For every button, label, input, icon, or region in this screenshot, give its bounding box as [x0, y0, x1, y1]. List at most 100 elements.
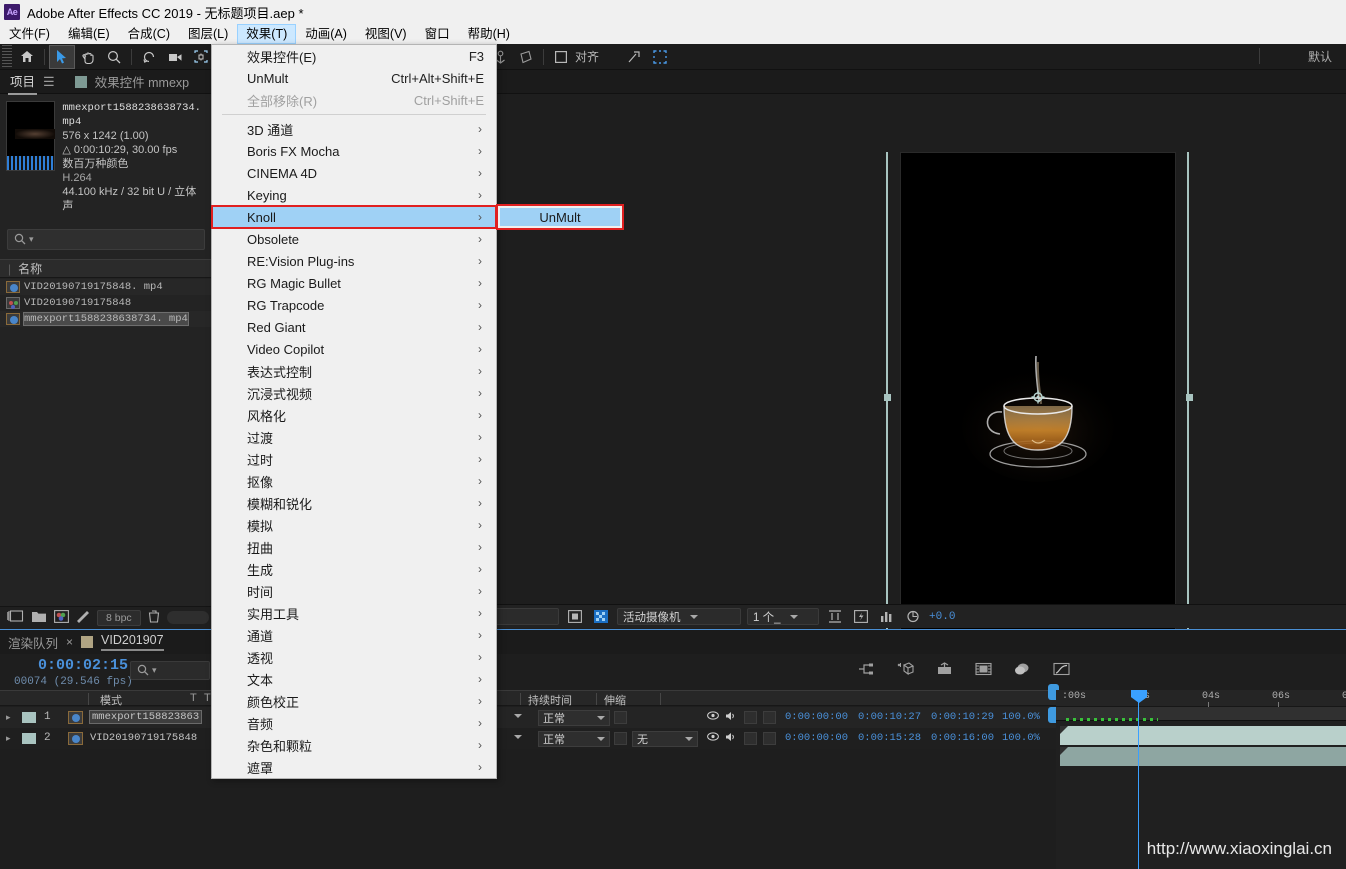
layer-in-point[interactable]: 0:00:00:00 — [785, 732, 848, 744]
layer-stretch[interactable]: 100.0% — [1002, 732, 1040, 744]
tab-effect-controls[interactable]: 效果控件 mmexp — [93, 69, 191, 94]
timeline-ruler[interactable]: :00s 02s 04s 06s 08s — [1056, 690, 1346, 707]
menu-window[interactable]: 窗口 — [416, 24, 459, 44]
menu-item-transition[interactable]: 过渡 › — [212, 426, 496, 448]
bit-depth-button[interactable]: 8 bpc — [97, 609, 141, 626]
tab-timeline-comp[interactable]: VID201907 — [101, 633, 164, 651]
list-item[interactable]: mmexport1588238638734. mp4 — [0, 311, 212, 327]
menu-item-cinema-4d[interactable]: CINEMA 4D › — [212, 162, 496, 184]
camera-tool-icon[interactable] — [162, 45, 188, 69]
enable-3d-icon[interactable] — [897, 662, 915, 679]
mask-tool-icon[interactable] — [513, 45, 539, 69]
layer-solo-toggle[interactable] — [744, 732, 757, 745]
menu-item-rg-magic-bullet[interactable]: RG Magic Bullet › — [212, 272, 496, 294]
menu-item-blur-sharpen[interactable]: 模糊和锐化 › — [212, 492, 496, 514]
camera-view-dropdown[interactable]: 活动摄像机 — [617, 608, 742, 625]
track-matte-dropdown[interactable]: 无 — [632, 731, 698, 747]
layer-audio-icon[interactable] — [725, 732, 737, 745]
layer-name[interactable]: VID20190719175848 — [90, 732, 197, 744]
layer-bar-1[interactable] — [1060, 726, 1346, 745]
blend-mode-dropdown[interactable]: 正常 — [538, 710, 610, 726]
layer-bar-2[interactable] — [1060, 747, 1346, 766]
close-icon[interactable]: × — [66, 635, 73, 649]
puppet-pin-tool-icon[interactable] — [621, 45, 647, 69]
timeline-graph-icon[interactable] — [877, 608, 897, 626]
panel-scroll-nub[interactable] — [166, 611, 209, 624]
menu-item-boris-fx-mocha[interactable]: Boris FX Mocha › — [212, 140, 496, 162]
menu-item-utility[interactable]: 实用工具 › — [212, 602, 496, 624]
menu-animation[interactable]: 动画(A) — [296, 24, 356, 44]
menu-item-obsolete-cn[interactable]: 过时 › — [212, 448, 496, 470]
layer-out-point[interactable]: 0:00:15:28 — [858, 732, 921, 744]
menu-item-stylize[interactable]: 风格化 › — [212, 404, 496, 426]
menu-view[interactable]: 视图(V) — [356, 24, 416, 44]
interpret-footage-icon[interactable] — [76, 610, 90, 626]
menu-effect[interactable]: 效果(T) — [237, 24, 297, 44]
tab-project[interactable]: 项目 — [8, 68, 38, 95]
menu-item-noise-grain[interactable]: 杂色和颗粒 › — [212, 734, 496, 756]
menu-item-color-correction[interactable]: 颜色校正 › — [212, 690, 496, 712]
selection-handle-left[interactable] — [884, 394, 891, 401]
preserve-transparency-toggle[interactable] — [614, 732, 627, 745]
menu-item-revision-plugins[interactable]: RE:Vision Plug-ins › — [212, 250, 496, 272]
layer-lock-toggle[interactable] — [763, 732, 776, 745]
expand-arrow-icon[interactable]: ▸ — [6, 733, 11, 744]
region-of-interest-toggle[interactable] — [565, 608, 585, 626]
layer-out-point[interactable]: 0:00:10:27 — [858, 711, 921, 723]
timeline-current-time[interactable]: 0:00:02:15 — [38, 657, 128, 674]
home-icon[interactable] — [14, 45, 40, 69]
menu-item-3d-channel[interactable]: 3D 通道 › — [212, 118, 496, 140]
layer-lock-toggle[interactable] — [763, 711, 776, 724]
menu-item-time[interactable]: 时间 › — [212, 580, 496, 602]
menu-edit[interactable]: 编辑(E) — [59, 24, 119, 44]
menu-item-rg-trapcode[interactable]: RG Trapcode › — [212, 294, 496, 316]
snapping-checkbox[interactable] — [548, 45, 574, 69]
project-search-input[interactable]: ▾ — [7, 229, 205, 250]
menu-item-audio[interactable]: 音频 › — [212, 712, 496, 734]
toolbar-grip[interactable] — [2, 44, 12, 69]
hand-tool-icon[interactable] — [75, 45, 101, 69]
menu-item-expression-controls[interactable]: 表达式控制 › — [212, 360, 496, 382]
zoom-tool-icon[interactable] — [101, 45, 127, 69]
timeline-search-input[interactable]: ▾ — [130, 661, 210, 680]
menu-item-generate[interactable]: 生成 › — [212, 558, 496, 580]
menu-help[interactable]: 帮助(H) — [459, 24, 519, 44]
graph-editor-icon[interactable] — [1053, 662, 1070, 679]
pixel-aspect-correction-icon[interactable] — [825, 608, 845, 626]
menu-item-mask[interactable]: 遮罩 › — [212, 756, 496, 778]
transparency-grid-toggle[interactable] — [591, 608, 611, 626]
menu-item-simulation[interactable]: 模拟 › — [212, 514, 496, 536]
layer-color-swatch[interactable] — [22, 712, 36, 723]
blend-mode-dropdown[interactable]: 正常 — [538, 731, 610, 747]
chevron-down-icon[interactable] — [514, 714, 522, 718]
layer-audio-icon[interactable] — [725, 711, 737, 724]
menu-item-red-giant[interactable]: Red Giant › — [212, 316, 496, 338]
view-layout-dropdown[interactable]: 1 个_ — [747, 608, 820, 625]
menu-item-distort[interactable]: 扭曲 › — [212, 536, 496, 558]
menu-item-channel[interactable]: 通道 › — [212, 624, 496, 646]
shy-layers-icon[interactable] — [858, 662, 875, 679]
delete-icon[interactable] — [148, 609, 160, 626]
layer-visibility-icon[interactable] — [707, 711, 719, 723]
menu-item-obsolete[interactable]: Obsolete › — [212, 228, 496, 250]
table-row[interactable]: ▸ 1 mmexport158823863 正常 0:00:00:00 0:00… — [0, 707, 1056, 728]
menu-layer[interactable]: 图层(L) — [179, 24, 237, 44]
exposure-value[interactable]: +0.0 — [929, 611, 955, 623]
menu-composition[interactable]: 合成(C) — [119, 24, 179, 44]
anchor-point-icon[interactable] — [1031, 390, 1045, 404]
new-adjustment-icon[interactable] — [54, 609, 69, 626]
menu-item-video-copilot[interactable]: Video Copilot › — [212, 338, 496, 360]
list-item[interactable]: VID20190719175848. mp4 — [0, 279, 212, 295]
menu-item-matte[interactable]: 抠像 › — [212, 470, 496, 492]
layer-name[interactable]: mmexport158823863 — [88, 710, 203, 724]
layer-duration[interactable]: 0:00:10:29 — [931, 711, 994, 723]
chevron-down-icon[interactable] — [514, 735, 522, 739]
work-area-bar[interactable] — [1056, 707, 1346, 721]
selection-tool-icon[interactable] — [49, 44, 75, 69]
fast-previews-icon[interactable] — [851, 608, 871, 626]
tab-render-queue[interactable]: 渲染队列 — [8, 633, 58, 652]
list-item[interactable]: VID20190719175848 — [0, 295, 212, 311]
menu-item-knoll[interactable]: Knoll › — [211, 205, 497, 229]
preserve-transparency-toggle[interactable] — [614, 711, 627, 724]
panel-menu-icon[interactable]: ☰ — [43, 74, 55, 90]
